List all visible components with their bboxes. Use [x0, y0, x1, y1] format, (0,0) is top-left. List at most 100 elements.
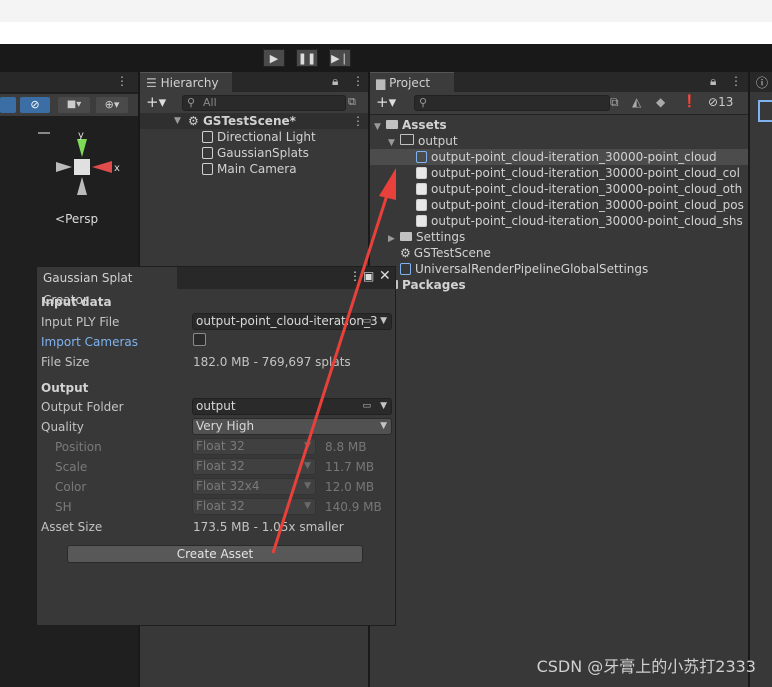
more-icon[interactable]: ⋮	[352, 74, 364, 88]
project-tabbar: ▆ Project 🔒︎ ⋮	[370, 72, 748, 93]
hierarchy-search-input[interactable]: ⚲ All	[182, 95, 346, 111]
settings-asset-icon	[400, 263, 411, 275]
scene-asset-row[interactable]: ⚙ GSTestScene	[370, 245, 491, 261]
list-icon: ☰	[146, 76, 157, 90]
filter-type-icon[interactable]: ◭	[632, 95, 641, 109]
hidden-packages-toggle[interactable]: ⊘13	[708, 95, 733, 109]
sh-format-dropdown[interactable]: Float 32 ▼	[192, 498, 316, 515]
scale-format-dropdown[interactable]: Float 32 ▼	[192, 458, 316, 475]
scene-view-tabbar: ⋮	[0, 72, 138, 92]
color-label: Color	[55, 480, 87, 494]
hierarchy-item[interactable]: Directional Light	[140, 129, 316, 145]
create-asset-button[interactable]: Create Asset	[67, 545, 363, 563]
maximize-icon[interactable]: ▣	[363, 269, 374, 283]
file-icon	[416, 167, 427, 179]
persp-arrow-icon: <	[55, 212, 66, 226]
position-format-dropdown[interactable]: Float 32 ▼	[192, 438, 316, 455]
info-icon[interactable]: ⓘ	[756, 74, 768, 91]
quality-dropdown[interactable]: Very High ▼	[192, 418, 392, 435]
input-ply-field[interactable]: output-point_cloud-iteration_3 ▭ ▼	[192, 313, 392, 330]
output-folder-field[interactable]: output ▭ ▼	[192, 398, 392, 415]
pause-icon: ❚❚	[297, 51, 317, 65]
import-cameras-checkbox[interactable]	[193, 333, 206, 346]
warning-icon[interactable]: ❗	[682, 94, 697, 108]
chevron-down-icon: ▼	[304, 481, 311, 491]
assets-folder-row[interactable]: ▼ Assets	[370, 117, 447, 133]
color-format-dropdown[interactable]: Float 32x4 ▼	[192, 478, 316, 495]
scene-root-row[interactable]: ▼ ⚙ GSTestScene* ⋮	[140, 113, 368, 129]
camera-dropdown[interactable]: ■▾	[58, 97, 90, 113]
output-folder-row[interactable]: ▼ output	[370, 133, 458, 149]
tab-hierarchy[interactable]: ☰ Hierarchy	[140, 72, 232, 93]
asset-row[interactable]: output-point_cloud-iteration_30000-point…	[370, 197, 744, 213]
asset-row[interactable]: output-point_cloud-iteration_30000-point…	[370, 149, 748, 165]
hierarchy-tabbar: ☰ Hierarchy 🔒︎ ⋮	[140, 72, 368, 93]
more-icon[interactable]: ⋮	[352, 113, 364, 129]
scene-icon[interactable]: ⧉	[348, 95, 356, 109]
folder-icon	[386, 120, 398, 129]
visibility-toggle[interactable]: ⊘	[20, 97, 50, 113]
grip-icon	[38, 132, 50, 134]
asset-preview-icon	[758, 100, 772, 122]
expand-arrow-icon: ▼	[174, 116, 181, 126]
file-icon	[416, 215, 427, 227]
inspector-panel: ⓘ	[750, 72, 772, 687]
search-icon: ⚲	[419, 96, 428, 109]
open-folder-icon	[400, 134, 414, 145]
pause-button[interactable]: ❚❚	[296, 49, 318, 67]
persp-label[interactable]: <Persp	[55, 212, 98, 226]
play-button[interactable]: ▶	[263, 49, 285, 67]
output-header: Output	[41, 381, 89, 395]
asset-row[interactable]: output-point_cloud-iteration_30000-point…	[370, 165, 740, 181]
folder-icon: ▭	[362, 316, 371, 326]
asset-size-value: 173.5 MB - 1.05x smaller	[193, 520, 344, 534]
hierarchy-item[interactable]: GaussianSplats	[140, 145, 309, 161]
sh-label: SH	[55, 500, 72, 514]
add-button[interactable]: +▾	[376, 93, 396, 111]
input-ply-label: Input PLY File	[41, 315, 120, 329]
axis-x-label: x	[114, 163, 120, 174]
urp-settings-row[interactable]: UniversalRenderPipelineGlobalSettings	[370, 261, 648, 277]
more-icon[interactable]: ⋮	[116, 74, 128, 88]
scene-toggle[interactable]	[0, 97, 16, 113]
asset-row[interactable]: output-point_cloud-iteration_30000-point…	[370, 181, 742, 197]
search-icon: ⚲	[187, 96, 196, 109]
file-icon	[416, 183, 427, 195]
gameobject-icon	[202, 131, 213, 143]
tab-gaussian-splat-creator[interactable]: Gaussian Splat Creator	[37, 267, 177, 307]
input-data-header: Input data	[41, 295, 112, 309]
lock-icon[interactable]: 🔒︎	[332, 74, 338, 89]
gameobject-icon	[202, 163, 213, 175]
orientation-gizmo[interactable]: y x	[50, 127, 130, 207]
more-icon[interactable]: ⋮	[730, 74, 742, 88]
position-label: Position	[55, 440, 102, 454]
asset-row[interactable]: output-point_cloud-iteration_30000-point…	[370, 213, 743, 229]
inspector-tabbar: ⓘ	[750, 72, 772, 92]
watermark-text: CSDN @牙膏上的小苏打2333	[536, 657, 756, 676]
settings-folder-row[interactable]: ▶ Settings	[370, 229, 465, 245]
close-icon[interactable]: ✕	[379, 268, 391, 284]
y-axis-cone	[77, 139, 87, 157]
project-search-input[interactable]: ⚲	[414, 95, 610, 111]
file-size-label: File Size	[41, 355, 90, 369]
chevron-down-icon: ▼	[380, 421, 387, 431]
neg-x-cone	[56, 162, 72, 172]
import-cameras-label: Import Cameras	[41, 335, 138, 349]
eye-slash-icon: ⊘	[708, 95, 719, 109]
more-icon[interactable]: ⋮	[349, 269, 361, 283]
tab-project[interactable]: ▆ Project	[370, 72, 454, 93]
sh-size: 140.9 MB	[325, 500, 382, 514]
eye-slash-icon: ⊘	[30, 98, 40, 111]
color-size: 12.0 MB	[325, 480, 375, 494]
file-icon	[416, 199, 427, 211]
step-button[interactable]: ▶❘	[329, 49, 351, 67]
hierarchy-item[interactable]: Main Camera	[140, 161, 297, 177]
lock-icon[interactable]: 🔒︎	[710, 74, 716, 89]
add-button[interactable]: +▾	[146, 93, 166, 111]
gizmo-dropdown[interactable]: ⊕▾	[96, 97, 128, 113]
asset-size-label: Asset Size	[41, 520, 103, 534]
label-icon[interactable]: ◆	[656, 95, 665, 109]
filter-scene-icon[interactable]: ⧉	[610, 95, 619, 110]
unity-logo-icon: ⚙	[188, 114, 199, 128]
project-toolbar: +▾ ⚲ ⧉ ◭ ◆ ❗ ⊘13	[370, 92, 748, 115]
